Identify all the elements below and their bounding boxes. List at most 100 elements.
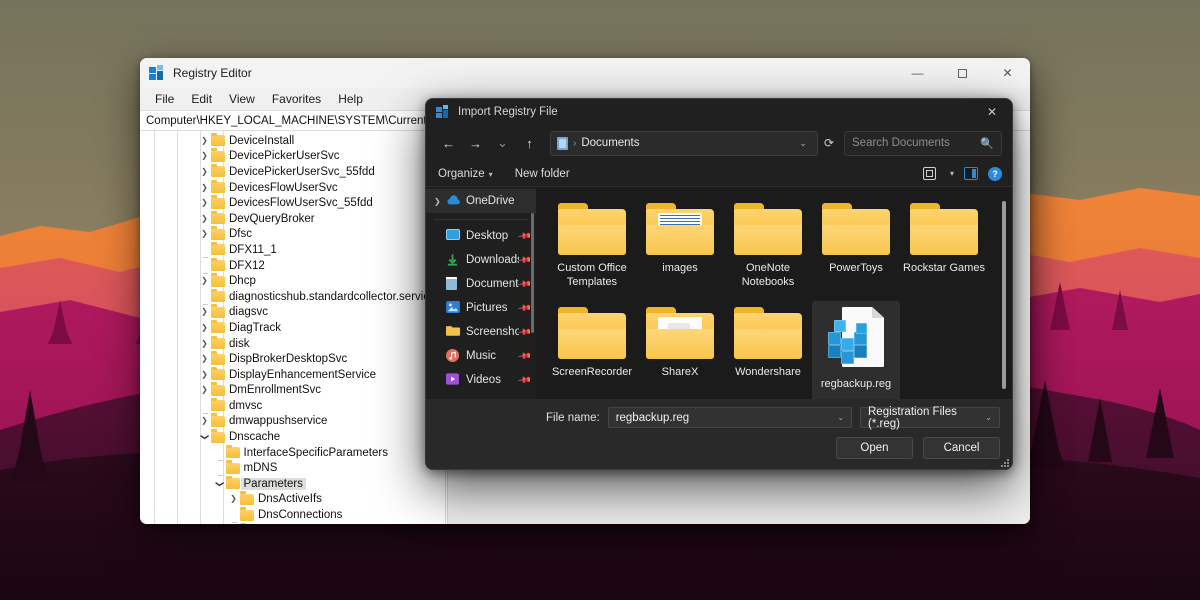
chevron-down-icon[interactable]: ▾ — [950, 169, 954, 178]
file-item[interactable]: regbackup.reg — [812, 301, 900, 399]
chevron-right-icon[interactable]: ❯ — [198, 308, 211, 316]
chevron-down-icon[interactable]: ❯ — [215, 477, 223, 490]
chevron-right-icon[interactable]: ❯ — [198, 199, 211, 207]
tree-item[interactable]: ❯DevicePickerUserSvc — [140, 149, 445, 165]
folder-item[interactable]: Rockstar Games — [900, 197, 988, 301]
menu-view[interactable]: View — [222, 90, 262, 108]
menu-edit[interactable]: Edit — [184, 90, 219, 108]
chevron-right-icon[interactable]: ❯ — [198, 371, 211, 379]
maximize-button[interactable] — [940, 58, 985, 88]
chevron-right-icon[interactable]: ❯ — [227, 495, 240, 503]
tree-item[interactable]: DFX12 — [140, 258, 445, 274]
file-grid-scrollbar[interactable] — [1001, 193, 1007, 393]
chevron-down-icon[interactable]: ⌄ — [985, 413, 992, 422]
tree-item[interactable]: ❯diagsvc — [140, 305, 445, 321]
folder-item[interactable]: OneNote Notebooks — [724, 197, 812, 301]
sidebar-item-videos[interactable]: Videos📌 — [426, 368, 536, 392]
tree-item[interactable]: ❯Dnscache — [140, 429, 445, 445]
new-folder-button[interactable]: New folder — [515, 168, 570, 180]
folder-item[interactable]: images — [636, 197, 724, 301]
chevron-right-icon[interactable]: ❯ — [198, 277, 211, 285]
chevron-right-icon[interactable]: ❯ — [434, 197, 446, 206]
sidebar-item-documents[interactable]: Documents📌 — [426, 272, 536, 296]
help-icon[interactable]: ? — [988, 167, 1002, 181]
registry-tree[interactable]: ❯DeviceInstall❯DevicePickerUserSvc❯Devic… — [140, 131, 445, 524]
tree-item[interactable]: ❯DevQueryBroker — [140, 211, 445, 227]
tree-item[interactable]: dmvsc — [140, 398, 445, 414]
regedit-window-controls[interactable]: — ✕ — [895, 58, 1030, 88]
tree-item[interactable]: ❯DiagTrack — [140, 320, 445, 336]
file-grid[interactable]: Custom Office TemplatesimagesOneNote Not… — [536, 187, 1012, 399]
tree-item[interactable]: ❯disk — [140, 336, 445, 352]
tree-item[interactable]: ❯DeviceInstall — [140, 133, 445, 149]
back-icon[interactable]: ← — [436, 131, 461, 156]
tree-item[interactable]: DnsConnectionsProxies — [140, 523, 445, 524]
menu-file[interactable]: File — [148, 90, 181, 108]
chevron-right-icon[interactable]: ❯ — [198, 184, 211, 192]
sidebar-item-pictures[interactable]: Pictures📌 — [426, 296, 536, 320]
folder-item[interactable]: PowerToys — [812, 197, 900, 301]
pin-icon[interactable]: 📌 — [517, 228, 533, 244]
dialog-close-icon[interactable]: ✕ — [972, 99, 1012, 125]
file-type-filter[interactable]: Registration Files (*.reg) ⌄ — [860, 407, 1000, 428]
chevron-down-icon[interactable]: ⌄ — [799, 138, 811, 149]
sidebar-scrollbar[interactable] — [531, 213, 534, 333]
tree-item[interactable]: ❯DmEnrollmentSvc — [140, 383, 445, 399]
chevron-right-icon[interactable]: ❯ — [198, 340, 211, 348]
tree-item[interactable]: InterfaceSpecificParameters — [140, 445, 445, 461]
folder-item[interactable]: ScreenRecorder — [548, 301, 636, 399]
pin-icon[interactable]: 📌 — [517, 276, 533, 292]
dialog-navigation-bar[interactable]: ← → ⌄ ↑ › Documents ⌄ ⟳ Search Documents… — [426, 125, 1012, 161]
chevron-right-icon[interactable]: ❯ — [198, 417, 211, 425]
chevron-right-icon[interactable]: ❯ — [198, 324, 211, 332]
minimize-button[interactable]: — — [895, 58, 940, 88]
chevron-right-icon[interactable]: ❯ — [198, 230, 211, 238]
tree-item[interactable]: DnsConnections — [140, 507, 445, 523]
scrollbar-thumb[interactable] — [1002, 201, 1006, 389]
resize-grip[interactable] — [1000, 458, 1009, 467]
tree-item[interactable]: ❯DispBrokerDesktopSvc — [140, 351, 445, 367]
pin-icon[interactable]: 📌 — [517, 372, 533, 388]
tree-item[interactable]: ❯DisplayEnhancementService — [140, 367, 445, 383]
tree-item[interactable]: diagnosticshub.standardcollector.service — [140, 289, 445, 305]
view-options-icon[interactable] — [923, 167, 936, 180]
tree-item[interactable]: mDNS — [140, 460, 445, 476]
preview-pane-icon[interactable] — [964, 167, 978, 180]
dialog-titlebar[interactable]: Import Registry File ✕ — [426, 99, 1012, 125]
regedit-titlebar[interactable]: Registry Editor — ✕ — [140, 58, 1030, 88]
sidebar-item-music[interactable]: Music📌 — [426, 344, 536, 368]
organize-button[interactable]: Organize▾ — [438, 168, 493, 180]
chevron-right-icon[interactable]: ❯ — [198, 137, 211, 145]
menu-help[interactable]: Help — [331, 90, 370, 108]
folder-item[interactable]: ShareX — [636, 301, 724, 399]
chevron-down-icon[interactable]: ⌄ — [837, 413, 844, 422]
up-icon[interactable]: ↑ — [517, 131, 542, 156]
sidebar-item-downloads[interactable]: Downloads📌 — [426, 248, 536, 272]
tree-item[interactable]: ❯dmwappushservice — [140, 414, 445, 430]
cancel-button[interactable]: Cancel — [923, 437, 1000, 459]
dialog-toolbar[interactable]: Organize▾ New folder ▾ ? — [426, 161, 1012, 187]
recent-locations-icon[interactable]: ⌄ — [490, 131, 515, 156]
pin-icon[interactable]: 📌 — [517, 252, 533, 268]
dialog-sidebar[interactable]: ❯OneDrive Desktop📌Downloads📌Documents📌Pic… — [426, 187, 536, 399]
refresh-icon[interactable]: ⟳ — [820, 136, 834, 150]
tree-item[interactable]: ❯DevicePickerUserSvc_55fdd — [140, 164, 445, 180]
filename-input[interactable]: regbackup.reg ⌄ — [608, 407, 852, 428]
sidebar-item-onedrive[interactable]: ❯OneDrive — [426, 189, 536, 213]
tree-item[interactable]: ❯Dfsc — [140, 227, 445, 243]
import-registry-file-dialog[interactable]: Import Registry File ✕ ← → ⌄ ↑ › Documen… — [425, 98, 1013, 470]
chevron-right-icon[interactable]: ❯ — [198, 386, 211, 394]
folder-item[interactable]: Wondershare — [724, 301, 812, 399]
breadcrumb[interactable]: › Documents ⌄ — [550, 131, 818, 156]
chevron-right-icon[interactable]: ❯ — [198, 355, 211, 363]
sidebar-item-desktop[interactable]: Desktop📌 — [426, 224, 536, 248]
open-button[interactable]: Open — [836, 437, 913, 459]
chevron-down-icon[interactable]: ❯ — [201, 431, 209, 444]
tree-item[interactable]: DFX11_1 — [140, 242, 445, 258]
forward-icon[interactable]: → — [463, 131, 488, 156]
pin-icon[interactable]: 📌 — [517, 324, 533, 340]
chevron-right-icon[interactable]: ❯ — [198, 152, 211, 160]
chevron-right-icon[interactable]: ❯ — [198, 168, 211, 176]
close-button[interactable]: ✕ — [985, 58, 1030, 88]
sidebar-item-screenshots[interactable]: Screenshots📌 — [426, 320, 536, 344]
